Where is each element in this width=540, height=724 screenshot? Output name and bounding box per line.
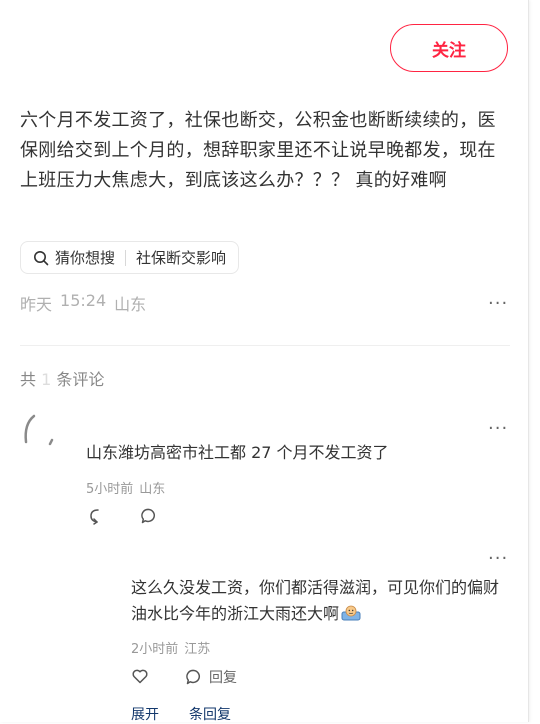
- expand-label: 展开: [131, 707, 159, 723]
- reply-text-content: 这么久没发工资，你们都活得滋润，可见你们的偏财油水比今年的浙江大雨还大啊: [131, 578, 500, 623]
- post-date: 昨天: [20, 295, 53, 314]
- search-chip-divider: [125, 249, 127, 266]
- reply-time: 2小时前: [131, 642, 179, 657]
- comment-text: 山东潍坊高密市社工都 27 个月不发工资了: [86, 443, 389, 462]
- comment-like-button[interactable]: [86, 507, 104, 525]
- follow-button[interactable]: 关注: [390, 24, 508, 72]
- comment-reply-button[interactable]: [140, 507, 158, 525]
- search-chip-keyword: 社保断交影响: [136, 249, 227, 267]
- comments-total-prefix: 共: [20, 370, 37, 389]
- post-location: 山东: [114, 295, 147, 314]
- sweat-emoji-icon: [341, 604, 361, 630]
- comment-avatar[interactable]: [20, 410, 60, 450]
- search-icon: [34, 250, 49, 265]
- post-content: 六个月不发工资了，社保也断交，公积金也断断续续的，医保刚给交到上个月的，想辞职家…: [20, 110, 496, 191]
- comment-bubble-icon: [186, 669, 200, 685]
- comments-total-count: 1: [41, 370, 52, 389]
- suggested-search-chip[interactable]: 猜你想搜 社保断交影响: [20, 241, 240, 274]
- comments-total-suffix: 条评论: [56, 370, 105, 389]
- comment-location: 山东: [139, 482, 166, 497]
- reply-text: 这么久没发工资，你们都活得滋润，可见你们的偏财油水比今年的浙江大雨还大啊: [131, 575, 511, 630]
- post-meta: 昨天 15:24 山东: [20, 291, 146, 315]
- reply-button-label: 回复: [209, 670, 237, 686]
- reply-more-icon[interactable]: ···: [488, 550, 508, 568]
- expand-replies-link[interactable]: 展开 条回复: [131, 704, 231, 724]
- search-chip-prefix: 猜你想搜: [55, 249, 116, 267]
- post-time: 15:24: [60, 291, 107, 310]
- divider: [20, 345, 510, 346]
- post-detail-panel: 关注 六个月不发工资了，社保也断交，公积金也断断续续的，医保刚给交到上个月的，想…: [0, 0, 529, 724]
- comment-bubble-icon: [141, 508, 155, 524]
- post-more-icon[interactable]: ···: [488, 295, 508, 313]
- expand-suffix: 条回复: [189, 707, 231, 723]
- comments-total: 共 1 条评论: [20, 366, 104, 390]
- comment-more-icon[interactable]: ···: [488, 420, 508, 438]
- comment-meta: 5小时前 山东: [86, 478, 165, 497]
- reply-like-button[interactable]: [131, 667, 149, 685]
- comment-time: 5小时前: [86, 482, 134, 497]
- avatar-image: [24, 414, 54, 446]
- reply-meta: 2小时前 江苏: [131, 638, 210, 657]
- reply-reply-button[interactable]: 回复: [185, 667, 237, 687]
- like-icon: [90, 509, 99, 525]
- reply-location: 江苏: [184, 642, 211, 657]
- heart-icon: [132, 669, 148, 684]
